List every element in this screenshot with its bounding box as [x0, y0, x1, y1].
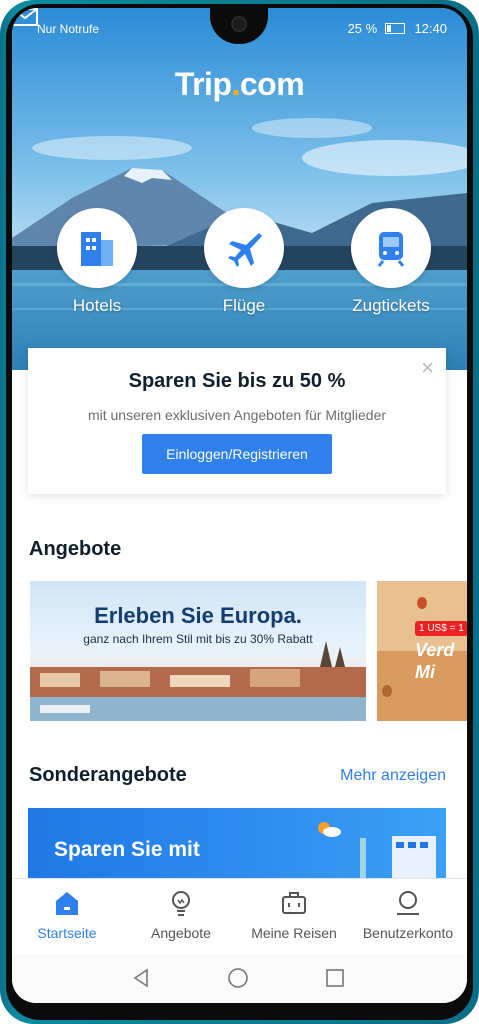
hotel-circle [57, 208, 137, 288]
logo-text-trip: Trip [174, 66, 232, 102]
nav-item-home[interactable]: Startseite [12, 889, 122, 941]
promo-title: Sparen Sie bis zu 50 % [128, 370, 346, 392]
login-register-button[interactable]: Einloggen/Registrieren [142, 434, 332, 474]
offers-heading: Angebote [29, 538, 122, 560]
flight-circle [204, 208, 284, 288]
promo-subtitle: mit unseren exklusiven Angeboten für Mit… [87, 407, 387, 423]
front-camera [231, 16, 247, 32]
banner-text-line1: Verd [415, 640, 455, 660]
logo-dot: . [231, 66, 240, 102]
category-trains[interactable]: Zugtickets [331, 208, 451, 316]
nav-label: Startseite [37, 925, 97, 941]
nav-item-offers[interactable]: Angebote [126, 889, 236, 941]
nav-item-my-trips[interactable]: Meine Reisen [239, 889, 349, 941]
app-logo: Trip.com [12, 66, 467, 103]
show-more-link[interactable]: Mehr anzeigen [340, 767, 446, 785]
price-tag: 1 US$ = 1 [415, 621, 467, 636]
offer-banner-europe[interactable]: Erleben Sie Europa. ganz nach Ihrem Stil… [30, 581, 366, 721]
category-flights[interactable]: Flüge [184, 208, 304, 316]
lightbulb-icon [172, 891, 190, 916]
battery-icon [384, 23, 405, 34]
train-icon [377, 232, 405, 267]
logo-text-com: com [239, 66, 305, 102]
special-offers-heading: Sonderangebote [29, 764, 187, 786]
bottom-nav: Startseite Angebote Meine Reisen Benutze… [12, 878, 467, 955]
back-icon[interactable] [129, 966, 153, 990]
banner-subtitle: ganz nach Ihrem Stil mit bis zu 30% Raba… [83, 632, 313, 646]
special-offer-banner[interactable]: Sparen Sie mit [28, 808, 446, 888]
train-circle [351, 208, 431, 288]
hero-header: Nur Notrufe 25 % 12:40 Trip.com Hotels F… [12, 8, 467, 370]
clock-text: 12:40 [414, 21, 447, 36]
system-nav-bar [12, 954, 467, 1003]
category-label: Zugtickets [352, 296, 430, 315]
nav-item-account[interactable]: Benutzerkonto [353, 889, 463, 941]
user-icon [397, 891, 419, 915]
category-label: Flüge [222, 296, 266, 315]
category-hotels[interactable]: Hotels [37, 208, 157, 316]
home-circle-icon[interactable] [226, 966, 250, 990]
nav-label: Angebote [151, 925, 211, 941]
airplane-icon [228, 233, 262, 267]
carrier-text: Nur Notrufe [37, 22, 100, 36]
app-screen: Nur Notrufe 25 % 12:40 Trip.com Hotels F… [12, 8, 467, 1003]
hotel-icon [81, 232, 113, 266]
banner-text-line2: Mi [415, 662, 435, 682]
recent-apps-icon[interactable] [323, 966, 347, 990]
deal-title-line1: Sparen Sie mit [54, 838, 200, 861]
home-icon [56, 892, 78, 915]
category-label: Hotels [72, 296, 122, 315]
suitcase-icon [282, 892, 306, 914]
banner-title: Erleben Sie Europa. [94, 603, 302, 628]
mail-icon[interactable] [12, 8, 38, 26]
offer-banner-balloon[interactable]: 1 US$ = 1 Verd Mi [377, 581, 467, 721]
banner-text: Verd Mi [415, 639, 454, 683]
nav-label: Benutzerkonto [362, 925, 454, 941]
europe-city-image [30, 581, 366, 721]
member-promo-card: × Sparen Sie bis zu 50 % mit unseren exk… [28, 348, 446, 494]
status-right: 25 % 12:40 [348, 21, 447, 36]
nav-label: Meine Reisen [251, 925, 337, 941]
battery-text: 25 % [347, 21, 378, 36]
